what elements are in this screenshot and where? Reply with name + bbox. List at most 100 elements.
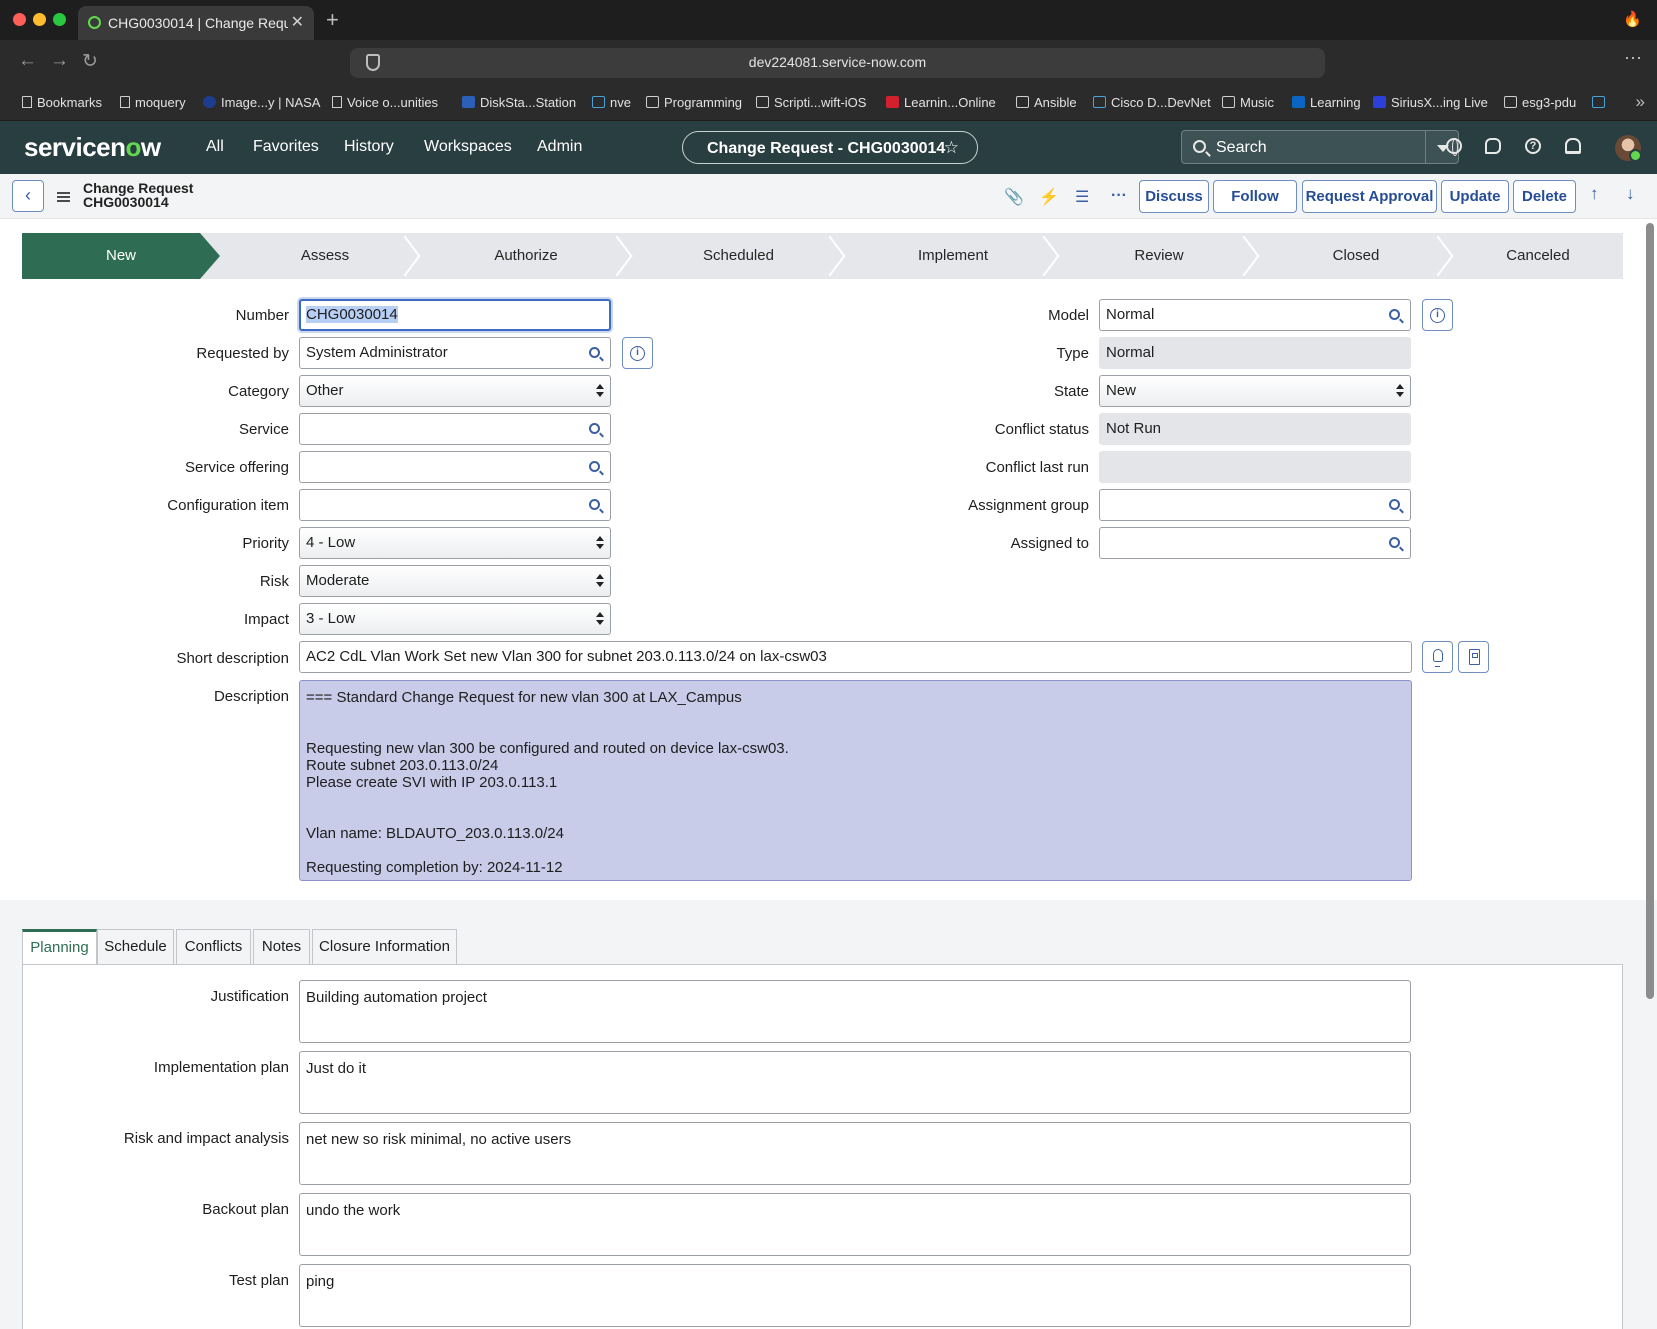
new-tab-icon[interactable]: + <box>326 7 339 33</box>
globe-icon[interactable] <box>1446 138 1462 156</box>
requested-by-info-button[interactable]: i <box>622 337 653 369</box>
more-icon[interactable]: ⋯ <box>1624 48 1643 69</box>
implementation-plan-textarea[interactable]: Just do it <box>299 1051 1411 1114</box>
close-tab-icon[interactable]: ✕ <box>291 12 304 32</box>
assignment-group-field[interactable] <box>1099 489 1381 521</box>
settings-sliders-icon[interactable]: ☰ <box>1075 187 1089 207</box>
activity-icon[interactable]: ⚡ <box>1039 187 1059 207</box>
global-search-input[interactable]: Search <box>1181 130 1426 164</box>
number-field[interactable]: CHG0030014 <box>299 299 611 331</box>
bookmark-item[interactable]: Scripti...wift-iOS <box>756 95 866 110</box>
nav-admin[interactable]: Admin <box>537 138 582 156</box>
assigned-to-lookup-button[interactable] <box>1380 527 1411 559</box>
assignment-group-lookup-button[interactable] <box>1380 489 1411 521</box>
browser-tab[interactable]: CHG0030014 | Change Reque ✕ <box>78 6 314 40</box>
back-button[interactable]: ‹ <box>12 180 44 212</box>
bookmark-item[interactable]: Voice o...unities <box>332 95 438 110</box>
follow-button[interactable]: Follow <box>1213 180 1297 213</box>
context-menu-icon[interactable] <box>57 192 70 202</box>
paperclip-icon[interactable]: 📎 <box>1004 187 1024 207</box>
previous-record-icon[interactable]: ↑ <box>1590 184 1599 204</box>
request-approval-button[interactable]: Request Approval <box>1302 180 1437 213</box>
servicenow-logo[interactable]: servicenow <box>24 132 161 163</box>
model-lookup-button[interactable] <box>1380 299 1411 331</box>
bookmark-item[interactable]: Music <box>1222 95 1274 110</box>
assigned-to-field[interactable] <box>1099 527 1381 559</box>
service-offering-lookup-button[interactable] <box>580 451 611 483</box>
star-icon[interactable]: ☆ <box>944 138 959 158</box>
delete-button[interactable]: Delete <box>1513 180 1576 213</box>
bookmark-item[interactable]: Ansible <box>1016 95 1077 110</box>
impact-select[interactable]: 3 - Low <box>299 603 611 635</box>
help-icon[interactable]: ? <box>1525 138 1541 154</box>
update-button[interactable]: Update <box>1441 180 1509 213</box>
folder-icon <box>1504 96 1517 108</box>
nav-all[interactable]: All <box>206 138 224 156</box>
category-select[interactable]: Other <box>299 375 611 407</box>
bookmark-item[interactable]: Learnin...Online <box>886 95 996 110</box>
url-field[interactable]: dev224081.service-now.com <box>350 48 1325 78</box>
discuss-button[interactable]: Discuss <box>1139 180 1209 213</box>
short-description-field[interactable]: AC2 CdL Vlan Work Set new Vlan 300 for s… <box>299 641 1412 673</box>
bookmark-item[interactable]: nve <box>592 95 631 110</box>
search-icon <box>1389 499 1400 510</box>
service-offering-field[interactable] <box>299 451 581 483</box>
bookmark-item[interactable]: moquery <box>120 95 186 110</box>
bookmark-item[interactable]: Programming <box>646 95 742 110</box>
close-window-button[interactable] <box>13 13 26 26</box>
risk-impact-analysis-textarea[interactable]: net new so risk minimal, no active users <box>299 1122 1411 1185</box>
tab-closure-information[interactable]: Closure Information <box>312 929 457 965</box>
forward-arrow-icon[interactable]: → <box>50 50 69 72</box>
nav-workspaces[interactable]: Workspaces <box>424 138 512 156</box>
folder-icon <box>646 96 659 108</box>
lightbulb-icon <box>1433 649 1443 667</box>
knowledge-button[interactable] <box>1458 641 1489 673</box>
risk-select[interactable]: Moderate <box>299 565 611 597</box>
back-arrow-icon[interactable]: ← <box>18 50 37 72</box>
minimize-window-button[interactable] <box>33 13 46 26</box>
suggestion-button[interactable] <box>1422 641 1453 673</box>
bell-icon[interactable] <box>1565 138 1581 154</box>
nav-history[interactable]: History <box>344 138 394 156</box>
bookmark-item[interactable]: Learning <box>1292 95 1361 110</box>
state-select[interactable]: New <box>1099 375 1411 407</box>
configuration-item-lookup-button[interactable] <box>580 489 611 521</box>
model-field[interactable]: Normal <box>1099 299 1381 331</box>
priority-select[interactable]: 4 - Low <box>299 527 611 559</box>
model-info-button[interactable]: i <box>1422 299 1453 331</box>
backout-plan-textarea[interactable]: undo the work <box>299 1193 1411 1256</box>
bookmark-item[interactable] <box>1592 95 1610 110</box>
service-field[interactable] <box>299 413 581 445</box>
chat-icon[interactable] <box>1485 138 1501 154</box>
more-options-icon[interactable]: ··· <box>1111 187 1127 205</box>
tab-planning[interactable]: Planning <box>22 929 97 966</box>
tab-conflicts[interactable]: Conflicts <box>176 929 251 965</box>
reload-icon[interactable]: ↻ <box>82 50 98 73</box>
flame-icon[interactable]: 🔥 <box>1623 10 1642 28</box>
nav-favorites[interactable]: Favorites <box>253 138 319 156</box>
requested-by-field[interactable]: System Administrator <box>299 337 581 369</box>
model-label: Model <box>1048 307 1089 324</box>
bookmark-item[interactable]: DiskSta...Station <box>462 95 576 110</box>
test-plan-textarea[interactable]: ping <box>299 1264 1411 1327</box>
bookmarks-overflow-icon[interactable]: » <box>1636 92 1645 112</box>
maximize-window-button[interactable] <box>53 13 66 26</box>
risk-impact-analysis-label: Risk and impact analysis <box>123 1130 289 1147</box>
tab-schedule[interactable]: Schedule <box>97 929 174 965</box>
stage-new: New <box>22 233 220 279</box>
page-scrollbar[interactable] <box>1646 223 1654 999</box>
next-record-icon[interactable]: ↓ <box>1626 184 1635 204</box>
configuration-item-field[interactable] <box>299 489 581 521</box>
linkedin-icon <box>1292 96 1305 108</box>
bookmark-item[interactable]: SiriusX...ing Live <box>1373 95 1488 110</box>
bookmark-item[interactable]: Image...y | NASA <box>203 95 320 110</box>
avatar[interactable] <box>1615 135 1642 162</box>
requested-by-lookup-button[interactable] <box>580 337 611 369</box>
bookmark-item[interactable]: esg3-pdu <box>1504 95 1576 110</box>
description-textarea[interactable]: === Standard Change Request for new vlan… <box>299 680 1412 881</box>
service-lookup-button[interactable] <box>580 413 611 445</box>
bookmark-item[interactable]: Bookmarks <box>22 95 102 110</box>
tab-notes[interactable]: Notes <box>253 929 310 965</box>
justification-textarea[interactable]: Building automation project <box>299 980 1411 1043</box>
bookmark-item[interactable]: Cisco D...DevNet <box>1093 95 1211 110</box>
